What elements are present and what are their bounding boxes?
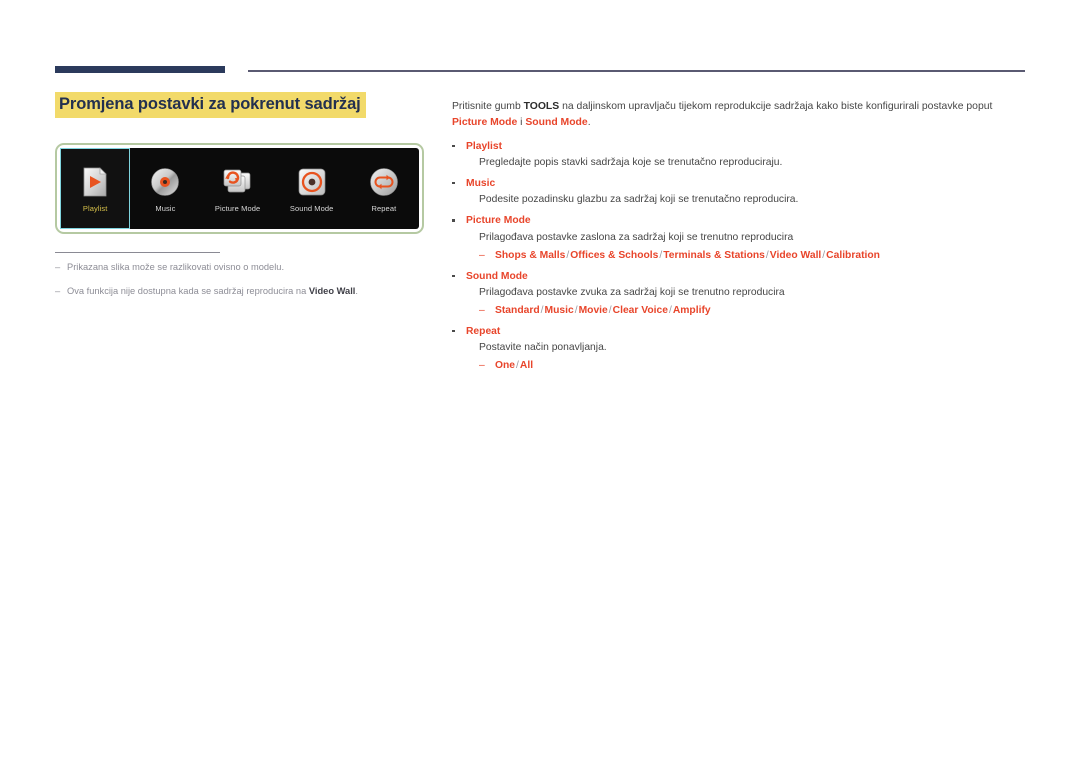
- intro-text: Pritisnite gumb: [452, 101, 524, 112]
- tile-label: Repeat: [371, 203, 397, 213]
- bullet-picture-mode: Picture Mode Prilagođava postavke zaslon…: [452, 214, 1027, 263]
- note-dash-icon: ‒: [55, 285, 61, 296]
- option-item[interactable]: Video Wall: [770, 250, 822, 261]
- bullet-header: Sound Mode: [452, 270, 1027, 284]
- sub-dash-icon: –: [479, 249, 485, 261]
- bullet-options-row: – One/All: [452, 359, 1027, 374]
- sub-dash-icon: –: [479, 304, 485, 316]
- bullet-music: Music Podesite pozadinsku glazbu za sadr…: [452, 177, 1027, 208]
- tile-label: Sound Mode: [289, 203, 334, 213]
- note-dash-icon: ‒: [55, 262, 61, 272]
- bullet-description: Podesite pozadinsku glazbu za sadržaj ko…: [479, 194, 799, 206]
- bullet-square-icon: [452, 177, 466, 185]
- sound-mode-speaker-icon: [295, 165, 329, 199]
- music-disc-icon: [148, 165, 182, 199]
- option-list: Shops & Malls/Offices & Schools/Terminal…: [495, 249, 880, 264]
- tile-picture-mode[interactable]: Picture Mode: [201, 148, 275, 229]
- intro-paragraph: Pritisnite gumb TOOLS na daljinskom upra…: [452, 99, 1027, 131]
- header-rule-thin: [248, 70, 1025, 72]
- bullet-square-icon: [452, 140, 466, 148]
- bullet-header: Playlist: [452, 140, 1027, 154]
- option-item[interactable]: Offices & Schools: [570, 250, 658, 261]
- option-list: Standard/Music/Movie/Clear Voice/Amplify: [495, 304, 711, 319]
- bullet-description: Prilagođava postavke zvuka za sadržaj ko…: [479, 286, 785, 298]
- option-item[interactable]: Movie: [579, 305, 608, 316]
- header-rule-thick: [55, 66, 225, 73]
- option-item[interactable]: One: [495, 360, 515, 371]
- note-item: ‒ Prikazana slika može se razlikovati ov…: [55, 261, 435, 274]
- tile-label: Picture Mode: [214, 203, 261, 213]
- note-text: Ova funkcija nije dostupna kada se sadrž…: [67, 285, 358, 296]
- bullet-title: Playlist: [466, 140, 503, 152]
- tile-label: Music: [155, 203, 176, 213]
- device-toolbar: Playlist Music Picture Mode Sound Mode R…: [60, 148, 419, 229]
- notes-list: ‒ Prikazana slika može se razlikovati ov…: [55, 261, 435, 308]
- bullet-header: Picture Mode: [452, 214, 1027, 228]
- option-item[interactable]: Amplify: [673, 305, 711, 316]
- tile-repeat[interactable]: Repeat: [349, 148, 419, 229]
- option-item[interactable]: Music: [545, 305, 574, 316]
- bullet-title: Picture Mode: [466, 215, 531, 227]
- option-item[interactable]: Clear Voice: [613, 305, 668, 316]
- playlist-page-play-icon: [78, 165, 112, 199]
- picture-mode-cards-icon: [221, 165, 255, 199]
- sub-dash-icon: –: [479, 360, 485, 372]
- note-item: ‒ Ova funkcija nije dostupna kada se sad…: [55, 285, 435, 298]
- bullet-repeat: Repeat Postavite način ponavljanja. – On…: [452, 325, 1027, 374]
- option-item[interactable]: All: [520, 360, 533, 371]
- option-item[interactable]: Standard: [495, 305, 540, 316]
- option-item[interactable]: Shops & Malls: [495, 250, 565, 261]
- notes-divider: [55, 252, 220, 254]
- bullet-options-row: – Shops & Malls/Offices & Schools/Termin…: [452, 249, 1027, 264]
- left-column: Promjena postavki za pokrenut sadržaj: [55, 92, 427, 118]
- repeat-loop-icon: [367, 165, 401, 199]
- tile-music[interactable]: Music: [130, 148, 200, 229]
- right-column: Pritisnite gumb TOOLS na daljinskom upra…: [452, 99, 1027, 380]
- tile-playlist[interactable]: Playlist: [60, 148, 131, 229]
- device-screenshot-panel: Playlist Music Picture Mode Sound Mode R…: [55, 143, 424, 234]
- page-title: Promjena postavki za pokrenut sadržaj: [55, 92, 366, 118]
- bullet-playlist: Playlist Pregledajte popis stavki sadrža…: [452, 140, 1027, 171]
- bullet-header: Repeat: [452, 325, 1027, 339]
- bullet-description: Postavite način ponavljanja.: [479, 342, 607, 354]
- intro-text: .: [587, 116, 591, 128]
- picture-mode-ref: Picture Mode: [452, 116, 518, 128]
- bullet-title: Music: [466, 177, 496, 189]
- option-item[interactable]: Terminals & Stations: [663, 250, 765, 261]
- bullet-square-icon: [452, 270, 466, 278]
- bullet-options-row: – Standard/Music/Movie/Clear Voice/Ampli…: [452, 304, 1027, 319]
- bullet-header: Music: [452, 177, 1027, 191]
- option-list: One/All: [495, 359, 533, 374]
- bullet-title: Sound Mode: [466, 270, 528, 282]
- intro-text: na daljinskom upravljaču tijekom reprodu…: [559, 101, 993, 112]
- sound-mode-ref: Sound Mode: [525, 116, 588, 128]
- tile-label: Playlist: [82, 203, 108, 213]
- option-item[interactable]: Calibration: [826, 250, 880, 261]
- tile-sound-mode[interactable]: Sound Mode: [275, 148, 349, 229]
- bullet-description: Pregledajte popis stavki sadržaja koje s…: [479, 157, 783, 169]
- bullet-sound-mode: Sound Mode Prilagođava postavke zvuka za…: [452, 270, 1027, 319]
- bullet-title: Repeat: [466, 325, 501, 337]
- note-text: Prikazana slika može se razlikovati ovis…: [67, 262, 285, 272]
- bullet-square-icon: [452, 214, 466, 222]
- tools-button-name: TOOLS: [523, 101, 560, 112]
- bullet-square-icon: [452, 325, 466, 333]
- bullet-description: Prilagođava postavke zaslona za sadržaj …: [479, 231, 794, 243]
